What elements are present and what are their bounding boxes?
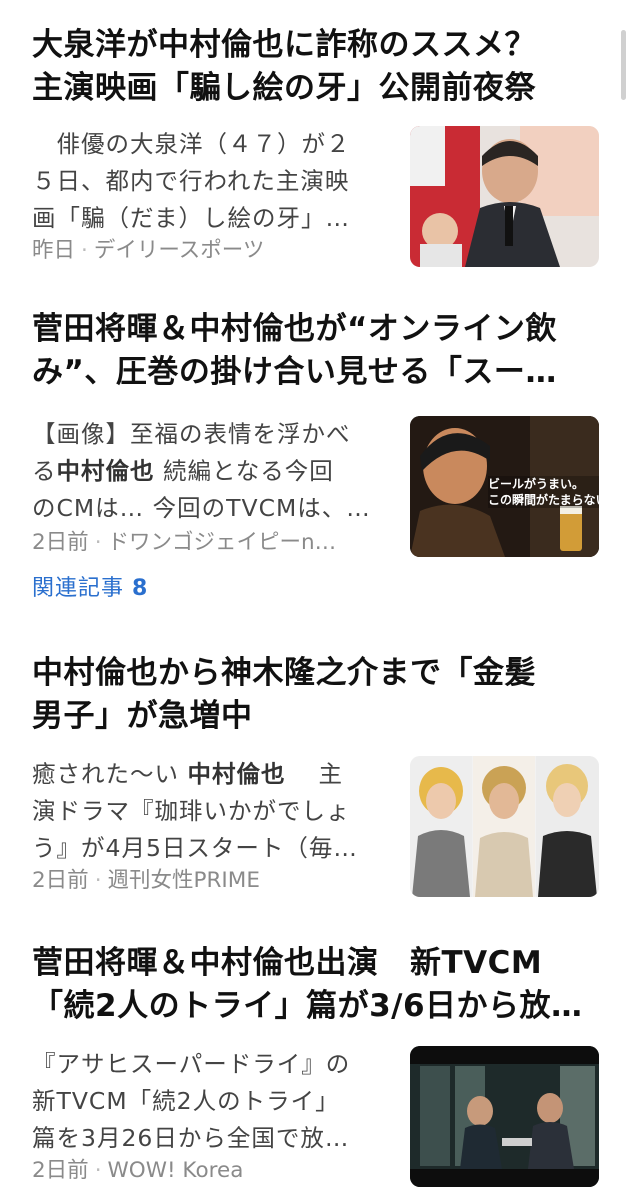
photo-office-cm-icon[interactable] — [410, 1046, 599, 1187]
scrollbar[interactable] — [621, 30, 626, 100]
article-card[interactable]: 菅田将暉＆中村倫也出演 新TVCM 「続2人のトライ」篇が3/6日から放… 『ア… — [32, 942, 602, 1192]
headline-line[interactable]: 中村倫也から神木隆之介まで「金髪 — [32, 652, 602, 695]
snippet-text: 続編となる今回 — [154, 457, 334, 485]
snippet-line: 【画像】至福の表情を浮かべ — [32, 420, 351, 448]
article-source: デイリースポーツ — [93, 238, 265, 263]
article-card[interactable]: 大泉洋が中村倫也に詐称のススメ？ 主演映画「騙し絵の牙」公開前夜祭 俳優の大泉洋… — [32, 24, 602, 274]
snippet-line: のCMは… 今回のTVCMは、… — [32, 494, 371, 522]
snippet-line: 篇を3月26日から全国で放… — [32, 1124, 350, 1152]
snippet-text: 癒された〜い — [32, 760, 188, 788]
headline-line[interactable]: 男子」が急増中 — [32, 695, 602, 738]
article-source: ドワンゴジェイピーn… — [107, 530, 337, 555]
headline-line[interactable]: 菅田将暉＆中村倫也出演 新TVCM — [32, 942, 602, 985]
photo-beer-cm-icon[interactable]: ビールがうまい。 この瞬間がたまらない — [410, 416, 599, 557]
headline-line[interactable]: 「続2人のトライ」篇が3/6日から放… — [32, 985, 602, 1028]
headline-line[interactable]: 大泉洋が中村倫也に詐称のススメ？ — [32, 24, 602, 67]
news-feed: 大泉洋が中村倫也に詐称のススメ？ 主演映画「騙し絵の牙」公開前夜祭 俳優の大泉洋… — [0, 0, 630, 1200]
related-articles-link[interactable]: 関連記事 8 — [32, 574, 148, 604]
article-snippet: 『アサヒスーパードライ』の 新TVCM「続2人のトライ」 篇を3月26日から全国… — [32, 1046, 392, 1157]
snippet-line: る中村倫也 続編となる今回 — [32, 453, 392, 490]
article-meta: 昨日 · デイリースポーツ — [32, 238, 265, 263]
headline-line[interactable]: み”、圧巻の掛け合い見せる「スー… — [32, 351, 602, 394]
snippet-line: 演ドラマ『珈琲いかがでしょ — [32, 797, 351, 825]
snippet-line: 画「騙（だま）し絵の牙」… — [32, 204, 351, 232]
headline-line[interactable]: 主演映画「騙し絵の牙」公開前夜祭 — [32, 67, 602, 110]
article-snippet: 【画像】至福の表情を浮かべ る中村倫也 続編となる今回 のCMは… 今回のTVC… — [32, 416, 392, 527]
article-snippet: 癒された〜い 中村倫也 主 演ドラマ『珈琲いかがでしょ う』が4月5日スタート（… — [32, 756, 392, 867]
headline-line[interactable]: 菅田将暉＆中村倫也が“オンライン飲 — [32, 308, 602, 351]
article-card[interactable]: 菅田将暉＆中村倫也が“オンライン飲 み”、圧巻の掛け合い見せる「スー… 【画像】… — [32, 308, 602, 608]
snippet-line: 俳優の大泉洋（４７）が２ — [32, 130, 351, 158]
article-date: 昨日 — [32, 238, 76, 263]
photo-three-men-icon[interactable] — [410, 756, 599, 897]
related-count: 8 — [132, 576, 149, 601]
article-card[interactable]: 中村倫也から神木隆之介まで「金髪 男子」が急増中 癒された〜い 中村倫也 主 演… — [32, 652, 602, 902]
article-date: 2日前 — [32, 868, 89, 893]
keyword-highlight: 中村倫也 — [187, 760, 286, 788]
article-source: 週刊女性PRIME — [107, 868, 260, 893]
article-source: WOW! Korea — [107, 1158, 244, 1183]
snippet-text: 主 — [285, 760, 343, 788]
article-date: 2日前 — [32, 1158, 89, 1183]
article-meta: 2日前 · WOW! Korea — [32, 1158, 244, 1183]
snippet-line: 癒された〜い 中村倫也 主 — [32, 756, 392, 793]
related-label: 関連記事 — [32, 576, 125, 601]
snippet-line: 新TVCM「続2人のトライ」 — [32, 1087, 340, 1115]
article-snippet: 俳優の大泉洋（４７）が２ ５日、都内で行われた主演映 画「騙（だま）し絵の牙」… — [32, 126, 392, 237]
thumb-caption: この瞬間がたまらない — [488, 493, 599, 507]
snippet-line: 『アサヒスーパードライ』の — [32, 1050, 351, 1078]
article-meta: 2日前 · 週刊女性PRIME — [32, 868, 260, 893]
thumb-caption: ビールがうまい。 — [488, 477, 585, 491]
article-date: 2日前 — [32, 530, 89, 555]
snippet-text: る — [32, 457, 57, 485]
snippet-line: ５日、都内で行われた主演映 — [32, 167, 350, 195]
photo-press-event-icon[interactable] — [410, 126, 599, 267]
article-meta: 2日前 · ドワンゴジェイピーn… — [32, 530, 337, 555]
keyword-highlight: 中村倫也 — [56, 457, 155, 485]
snippet-line: う』が4月5日スタート（毎… — [32, 834, 358, 862]
